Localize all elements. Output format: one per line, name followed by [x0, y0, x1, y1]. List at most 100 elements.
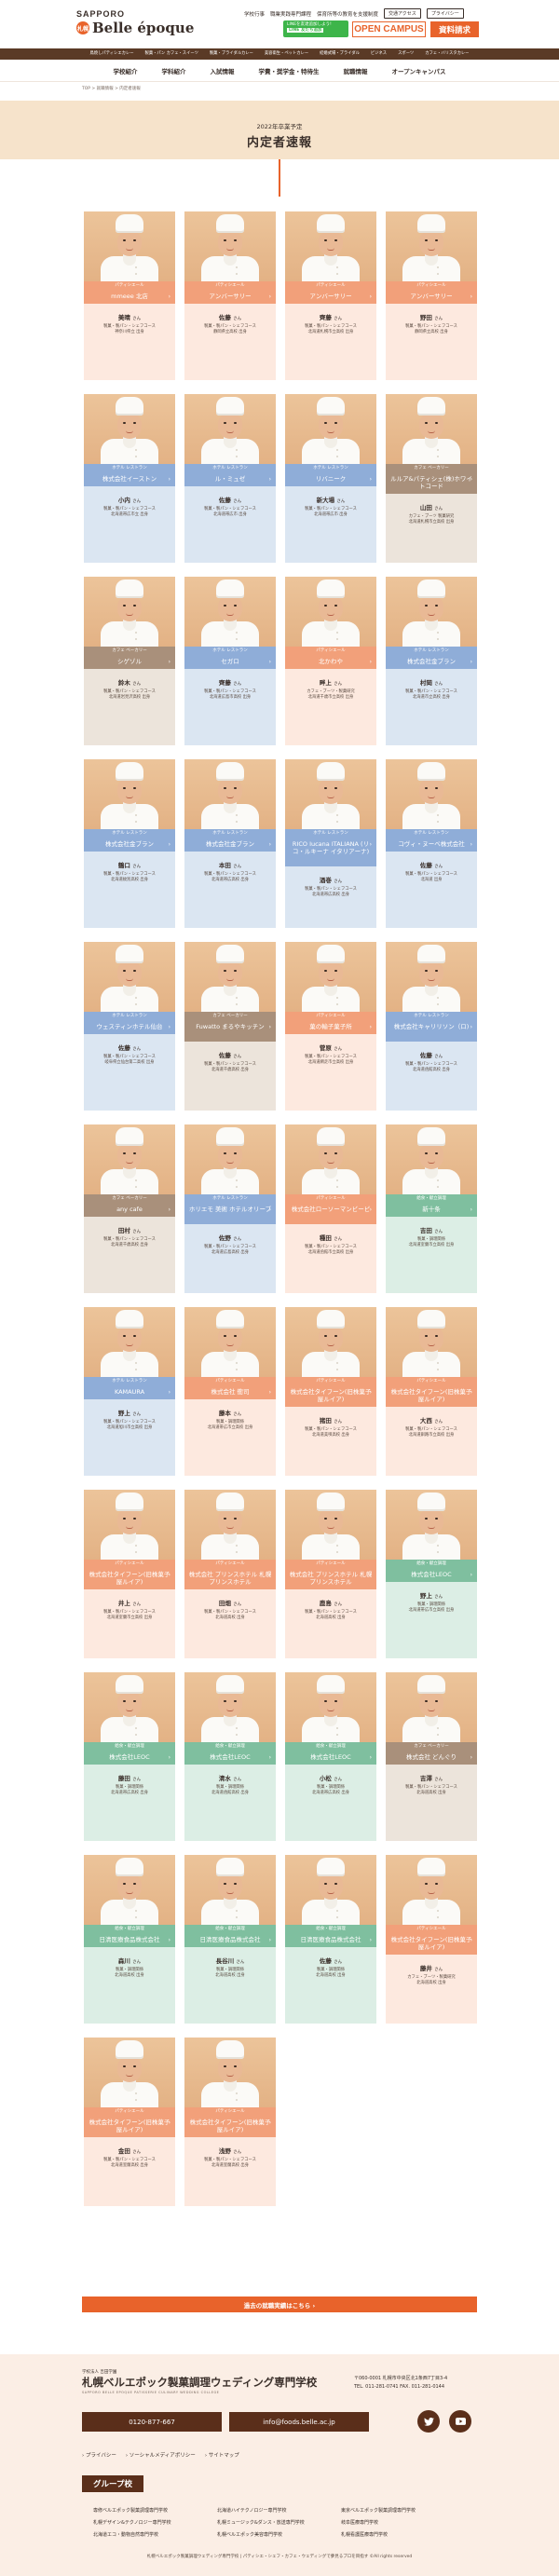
offer-card[interactable]: 給食・献立調理 株式会社LEOC › 小松 さん 製菓・調理関係 北海道帯広高校 出身: [285, 1672, 376, 1841]
offer-card[interactable]: 給食・献立調理 株式会社LEOC › 野上 さん 製菓・調理関係 北海道帯広市立高校 出身: [386, 1490, 477, 1658]
offer-card[interactable]: パティシエール 株式会社タイフーン(旧株菓子屋ルイア) › 藤井 さん カフェ・ブーツ・…: [386, 1855, 477, 2024]
privacy-button[interactable]: プライバシー: [426, 8, 464, 19]
group-school-link[interactable]: 札幌デザイン&テクノロジー専門学校: [93, 2519, 217, 2526]
offer-card[interactable]: ホテル レストラン ル・ミュゼ › 佐藤 さん 製菓・製パン・シェフコース 北海道帯広市 …: [184, 394, 276, 563]
offer-card[interactable]: パティシエール 株式会社タイフーン(旧株菓子屋ルイア) › 大西 さん 製菓・製パン・シ…: [386, 1307, 477, 1476]
nav-departments[interactable]: 学科紹介: [149, 66, 198, 75]
company-name: 株式会社金ブラン: [386, 656, 477, 669]
course-item[interactable]: 結婚式場・ブライダル: [314, 48, 365, 60]
title-band: 2022年卒業予定 内定者速報: [0, 101, 559, 159]
offer-card[interactable]: ホテル レストラン 株式会社金ブラン › 村岡 さん 製菓・製パン・シェフコース 北海道市…: [386, 577, 477, 745]
course-item[interactable]: ビジネス: [365, 48, 392, 60]
offer-card[interactable]: パティシエール 株式会社ローソーマンビーピ › 種田 さん 製菓・製パン・シェフコース北…: [285, 1124, 376, 1293]
offer-card[interactable]: 給食・献立調理 株式会社LEOC › 藤田 さん 製菓・調理関係 北海道帯広高校 出身: [84, 1672, 175, 1841]
offer-card[interactable]: パティシエール 株式会社タイフーン(旧株菓子屋ルイア) › 猪田 さん 製菓・製パン・シ…: [285, 1307, 376, 1476]
group-school-link[interactable]: 北海道エコ・動物自然専門学校: [93, 2531, 217, 2538]
offer-card[interactable]: ホテル レストラン KAMAURA › 野上 さん 製菓・製パン・シェフコース 北海道旭川…: [84, 1307, 175, 1476]
nav-employment[interactable]: 就職情報: [331, 66, 379, 75]
offer-card[interactable]: 給食・献立調理 日清医療食品株式会社 › 森川 さん 製菓・調理関係 北海道高校 出身: [84, 1855, 175, 2024]
group-school-link[interactable]: 岐阜医療専門学校: [341, 2519, 471, 2526]
offer-card[interactable]: カフェ ベーカリー 株式会社 どんぐり › 吉澤 さん 製菓・製パン・シェフコース 北海道…: [386, 1672, 477, 1841]
course-item[interactable]: 製菓・パン カフェ・スイーツ: [140, 48, 204, 60]
twitter-icon[interactable]: [417, 2410, 440, 2433]
group-school-link[interactable]: 札幌ベルエポック美容専門学校: [217, 2531, 341, 2538]
offer-card[interactable]: ホテル レストラン 株式会社金ブラン › 鶴口 さん 製菓・製パン・シェフコース 北海道紋…: [84, 759, 175, 928]
company-name: アンバーサリー: [184, 291, 276, 304]
company-name: セガロ: [184, 656, 276, 669]
course-item[interactable]: カフェ・バリスタカレー: [419, 48, 474, 60]
offer-card[interactable]: カフェ ベーカリー Fuwatto まるやキッチン › 佐藤 さん 製菓・製パン・シェフ…: [184, 942, 276, 1111]
top-link-vocational[interactable]: 職業実践専門課程: [270, 10, 311, 18]
offer-card[interactable]: パティシエール 株式会社タイフーン(旧株菓子屋ルイア) › 井上 さん 製菓・製パン・シ…: [84, 1490, 175, 1658]
footer-mail-button[interactable]: info@foods.belle.ac.jp: [229, 2412, 369, 2432]
chevron-right-icon: ›: [470, 1572, 472, 1578]
student-name: 佐藤 さん: [218, 314, 242, 321]
nav-open-campus[interactable]: オープンキャンパス: [379, 66, 457, 75]
course-item[interactable]: 美容衛生・ペットカレー: [259, 48, 314, 60]
past-results-button[interactable]: 過去の就職実績はこちら ›: [82, 2297, 477, 2312]
open-campus-button[interactable]: OPEN CAMPUS: [352, 21, 426, 37]
nav-school-intro[interactable]: 学校紹介: [101, 66, 149, 75]
offer-card[interactable]: ホテル レストラン 株式会社キャリリソン（ロ) › 佐藤 さん 製菓・製パン・シェフコー…: [386, 942, 477, 1111]
offer-card[interactable]: ホテル レストラン 株式会社イーストン › 小内 さん 製菓・製パン・シェフコース 北海道…: [84, 394, 175, 563]
group-school-link[interactable]: 東京ベルエポック製菓調理専門学校: [341, 2507, 471, 2514]
offer-card[interactable]: パティシエール 株式会社 プリンスホテル 札幌プリンスホテル › 田畑 さん 製菓・製パ…: [184, 1490, 276, 1658]
nav-admission[interactable]: 入試情報: [198, 66, 246, 75]
offer-card[interactable]: 給食・献立調理 株式会社LEOC › 清水 さん 製菓・調理関係 北海道函館高校 出身: [184, 1672, 276, 1841]
nav-tuition[interactable]: 学費・奨学金・特待生: [246, 66, 331, 75]
top-link-events[interactable]: 学校行事: [244, 10, 265, 18]
job-category: パティシエール: [285, 281, 376, 291]
course-item[interactable]: 鳥焼しパティシエカレー: [85, 48, 140, 60]
footer-tel-button[interactable]: 0120-877-667: [82, 2412, 222, 2432]
student-photo: [184, 1490, 276, 1560]
offer-card[interactable]: カフェ ベーカリー any cafe › 田村 さん 製菓・製パン・シェフコース 北海道千…: [84, 1124, 175, 1293]
access-button[interactable]: 交通アクセス: [384, 8, 421, 19]
offer-card[interactable]: ホテル レストラン RICO Iucana ITALIANA (リコ・ルキーナ イ…: [285, 759, 376, 928]
offer-card[interactable]: パティシエール 株式会社 プリンスホテル 札幌プリンスホテル › 鹿島 さん 製菓・製パ…: [285, 1490, 376, 1658]
offer-card[interactable]: ホテル レストラン 株式会社金ブラン › 本田 さん 製菓・製パン・シェフコース 北海道帯…: [184, 759, 276, 928]
line-add-friend-button[interactable]: LINEを友達追加しよう! LINE 友だち追加: [283, 20, 348, 37]
breadcrumb[interactable]: TOP > 就職情報 > 内定者速報: [82, 86, 141, 91]
chevron-right-icon: ›: [168, 1024, 170, 1030]
offer-card[interactable]: ホテル レストラン ホリエモ 美術 ホテルオリーブ › 佐野 さん 製菓・製パン・シェフ…: [184, 1124, 276, 1293]
course-item[interactable]: 製菓・ブライダルカレー: [204, 48, 259, 60]
footer-link-social[interactable]: › ソーシャルメディアポリシー: [126, 2451, 196, 2459]
offer-card[interactable]: パティシエール 株式会社タイフーン(旧株菓子屋ルイア) › 金田 さん 製菓・製パン・シ…: [84, 2038, 175, 2206]
offer-card[interactable]: 給食・献立調理 日清医療食品株式会社 › 長谷川 さん 製菓・調理関係 北海道高校 出身: [184, 1855, 276, 2024]
site-logo[interactable]: SAPPORO 札幌 Belle époque: [76, 9, 194, 36]
offer-card[interactable]: パティシエール アンバーサリー › 野田 さん 製菓・製パン・シェフコース 静岡県立高校 …: [386, 211, 477, 380]
chevron-right-icon: ›: [470, 1937, 472, 1943]
document-request-button[interactable]: 資料請求: [430, 21, 479, 37]
top-link-support[interactable]: 保育所等の教育を支援制度: [317, 10, 378, 18]
offer-card[interactable]: 給食・献立調理 新十条 › 吉田 さん 製菓・調理関係 北海道室蘭市立高校 出身: [386, 1124, 477, 1293]
offer-card[interactable]: パティシエール アンバーサリー › 齊藤 さん 製菓・製パン・シェフコース 北海道札幌市立…: [285, 211, 376, 380]
course-item[interactable]: スポーツ: [392, 48, 419, 60]
group-school-link[interactable]: 札幌ミュージック&ダンス・放送専門学校: [217, 2519, 341, 2526]
offer-card[interactable]: ホテル レストラン リバニーク › 新大場 さん 製菓・製パン・シェフコース 北海道帯広市…: [285, 394, 376, 563]
group-school-link[interactable]: 札幌看護医療専門学校: [341, 2531, 471, 2538]
offer-card[interactable]: パティシエール 株式会社 衝司 › 藤本 さん 製菓・調理関係 北海道帯広市立高校 出身: [184, 1307, 276, 1476]
footer-link-sitemap[interactable]: › サイトマップ: [205, 2451, 239, 2459]
job-category: 給食・献立調理: [285, 1742, 376, 1751]
youtube-icon[interactable]: [449, 2410, 471, 2433]
chevron-right-icon: ›: [369, 1024, 372, 1030]
offer-card[interactable]: パティシエール アンバーサリー › 佐藤 さん 製菓・製パン・シェフコース 静岡県立高校 …: [184, 211, 276, 380]
student-photo: [285, 211, 376, 281]
offer-card[interactable]: パティシエール 株式会社タイフーン(旧株菓子屋ルイア) › 浅野 さん 製菓・製パン・シ…: [184, 2038, 276, 2206]
offer-card[interactable]: 給食・献立調理 日清医療食品株式会社 › 佐藤 さん 製菓・調理関係 北海道高校 出身: [285, 1855, 376, 2024]
group-school-link[interactable]: 北海道ハイテクノロジー専門学校: [217, 2507, 341, 2514]
offer-card[interactable]: ホテル レストラン ウェスティンホテル仙台 › 佐藤 さん 製菓・製パン・シェフコース岐…: [84, 942, 175, 1111]
footer-link-privacy[interactable]: › プライバシー: [82, 2451, 116, 2459]
offer-card[interactable]: ホテル レストラン コヴィ・ヌーベ株式会社 › 佐藤 さん 製菓・製パン・シェフコース北…: [386, 759, 477, 928]
offer-card[interactable]: パティシエール 北かわや › 畔上 さん カフェ・ブーツ・製菓研究 北海道千歳市立高校 出…: [285, 577, 376, 745]
offer-card[interactable]: カフェ ベーカリー シゲゾル › 鈴木 さん 製菓・製パン・シェフコース 北海道岩見沢高校…: [84, 577, 175, 745]
offer-card[interactable]: パティシエール mmeee 北店 › 美晴 さん 製菓・製パン・シェフコース 神奈川県立 …: [84, 211, 175, 380]
offer-card[interactable]: カフェ ベーカリー ルルア&パティシェ(株)ホワイトコード › 山田 さん カフェ・ブー…: [386, 394, 477, 563]
offer-card[interactable]: パティシエール 菓の輸子菓子所 › 菅原 さん 製菓・製パン・シェフコース 北海道網走市立…: [285, 942, 376, 1111]
group-school-link[interactable]: 専修ベルエポック製菓調理専門学校: [93, 2507, 217, 2514]
company-name: 株式会社タイフーン(旧株菓子屋ルイア): [285, 1386, 376, 1407]
offer-card[interactable]: ホテル レストラン セガロ › 齊藤 さん 製菓・製パン・シェフコース 北海道広島市高校 …: [184, 577, 276, 745]
student-photo: [386, 394, 477, 464]
student-photo: [184, 1307, 276, 1377]
chevron-right-icon: ›: [268, 1754, 271, 1761]
